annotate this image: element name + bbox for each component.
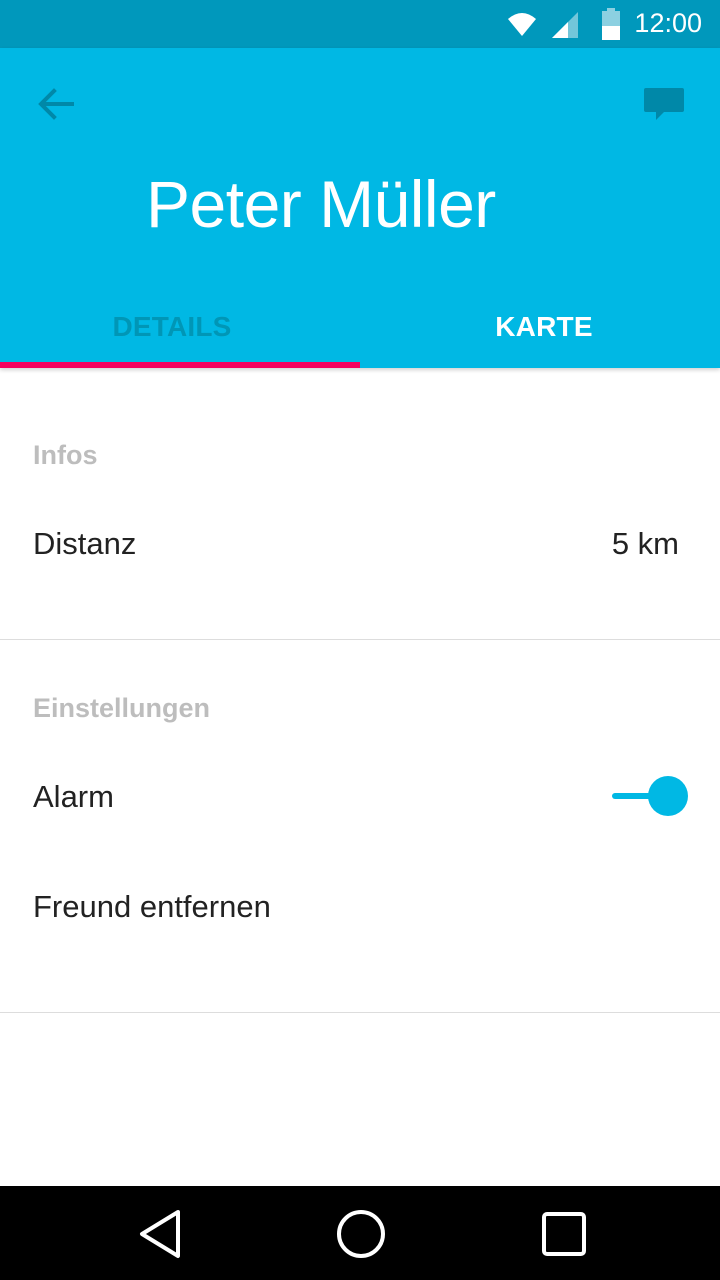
divider [0, 639, 720, 640]
nav-back-button[interactable] [132, 1206, 188, 1262]
tab-karte-label: KARTE [495, 311, 593, 342]
page-title: Peter Müller [146, 167, 496, 241]
chat-icon [644, 88, 684, 120]
tab-details[interactable]: DETAILS [0, 286, 360, 368]
app-header: Peter Müller DETAILS KARTE [0, 48, 720, 368]
wifi-icon [508, 13, 536, 36]
back-triangle-icon [140, 1210, 180, 1258]
remove-friend-item[interactable]: Freund entfernen [33, 889, 271, 925]
switch-thumb [648, 776, 688, 816]
nav-recents-button[interactable] [536, 1206, 592, 1262]
cellular-signal-icon [552, 12, 578, 38]
home-circle-icon [337, 1210, 385, 1258]
section-header-infos: Infos [33, 440, 98, 470]
divider [0, 1012, 720, 1013]
back-button[interactable] [30, 78, 82, 130]
section-header-einstellungen: Einstellungen [33, 693, 211, 723]
tab-details-label: DETAILS [112, 311, 232, 342]
alarm-label: Alarm [33, 779, 114, 814]
nav-home-button[interactable] [333, 1206, 389, 1262]
navigation-bar [0, 1186, 720, 1280]
tab-karte[interactable]: KARTE [360, 286, 720, 368]
status-time: 12:00 [634, 8, 702, 38]
alarm-toggle[interactable] [610, 774, 690, 818]
distance-label: Distanz [33, 526, 137, 561]
recents-square-icon [542, 1212, 586, 1256]
battery-icon [602, 8, 620, 40]
distance-value: 5 km [611, 526, 679, 561]
status-bar: 12:00 [0, 0, 720, 48]
arrow-back-icon [38, 88, 74, 120]
tab-indicator [0, 362, 360, 368]
chat-button[interactable] [636, 80, 692, 132]
